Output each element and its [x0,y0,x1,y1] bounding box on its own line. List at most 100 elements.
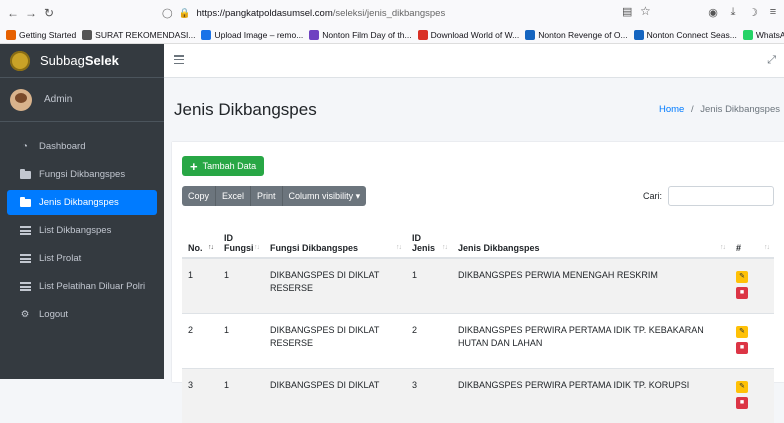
edit-button[interactable]: ✎ [736,326,748,338]
sidebar: SubbagSelek Admin ◔Dashboard Fungsi Dikba… [0,44,164,379]
sort-icon: ↑↓ [396,244,401,251]
user-name: Admin [44,94,72,105]
edit-button[interactable]: ✎ [736,271,748,283]
sort-icon: ↑↓ [442,244,447,251]
cell-no: 2 [182,314,218,369]
sidebar-item-dashboard[interactable]: ◔Dashboard [7,134,157,159]
pocket-icon[interactable]: ◉ [706,4,720,20]
header-action[interactable]: #↑↓ [730,214,774,258]
list-icon [19,226,31,235]
data-card: + Tambah Data Copy Excel Print Column vi… [172,142,784,382]
account-icon[interactable]: ☽ [746,4,760,20]
cell-fungsi: DIKBANGSPES DI DIKLAT RESERSE [264,258,406,314]
bookmark-label: Download World of W... [431,30,520,40]
sidebar-item-list-pelatihan-diluar-polri[interactable]: List Pelatihan Diluar Polri [7,274,157,299]
fullscreen-icon[interactable]: ⤢ [767,54,776,67]
bookmark-icon [6,30,16,40]
cell-id-jenis: 2 [406,314,452,369]
table-row: 31DIKBANGSPES DI DIKLAT3DIKBANGSPES PERW… [182,369,774,423]
gear-icon: ⚙ [19,309,31,320]
download-icon[interactable]: ⤓ [726,4,740,20]
print-button[interactable]: Print [250,186,282,206]
add-data-label: Tambah Data [203,161,257,171]
star-icon[interactable]: ☆ [640,4,651,18]
sidebar-item-jenis-dikbangspes[interactable]: Jenis Dikbangspes [7,190,157,215]
search-label: Cari: [643,191,662,201]
search-box: Cari: [643,186,774,206]
bookmark-label: Nonton Film Day of th... [322,30,411,40]
brand-text: SubbagSelek [40,53,119,68]
edit-button[interactable]: ✎ [736,381,748,393]
table-row: 21DIKBANGSPES DI DIKLAT RESERSE2DIKBANGS… [182,314,774,369]
bookmark-item[interactable]: Nonton Revenge of O... [525,30,627,40]
bookmark-item[interactable]: WhatsApp [743,30,784,40]
excel-button[interactable]: Excel [215,186,250,206]
top-navbar: ⤢ [164,44,784,78]
menu-icon[interactable]: ≡ [766,4,780,20]
cell-jenis: DIKBANGSPES PERWIRA PERTAMA IDIK TP. KEB… [452,314,730,369]
header-jenis-label: Jenis Dikbangspes [458,243,540,253]
breadcrumb-home[interactable]: Home [659,104,684,115]
back-icon[interactable]: ← [4,4,22,22]
sort-icon: ↑↓ [720,244,725,251]
address-bar[interactable]: ◯ 🔒 https://pangkatpoldasumsel.com /sele… [162,3,607,23]
hamburger-icon[interactable] [174,55,184,64]
brand-link[interactable]: SubbagSelek [0,44,164,78]
plus-icon: + [190,160,198,173]
edit-icon: ✎ [739,383,745,390]
delete-button[interactable]: ■ [736,342,748,354]
sidebar-item-label: Logout [39,309,68,320]
table-body: 11DIKBANGSPES DI DIKLAT RESERSE1DIKBANGS… [182,258,774,423]
list-icon [19,254,31,263]
add-data-button[interactable]: + Tambah Data [182,156,264,176]
folder-icon [19,171,31,179]
bookmark-item[interactable]: Getting Started [6,30,76,40]
cell-fungsi: DIKBANGSPES DI DIKLAT [264,369,406,423]
bookmark-label: WhatsApp [756,30,784,40]
header-id-jenis[interactable]: ID Jenis ↑↓ [406,214,452,258]
breadcrumb-separator: / [691,104,694,115]
reader-icon[interactable]: ▤ [622,5,632,18]
cell-id-fungsi: 1 [218,314,264,369]
bookmark-label: SURAT REKOMENDASI... [95,30,195,40]
sidebar-item-label: List Prolat [39,253,81,264]
reload-icon[interactable]: ↻ [40,4,58,22]
trash-icon: ■ [740,289,744,296]
page-title: Jenis Dikbangspes [174,100,317,120]
header-no[interactable]: No.↑↓ [182,214,218,258]
cell-no: 3 [182,369,218,423]
bookmark-item[interactable]: Nonton Connect Seas... [634,30,737,40]
bookmark-item[interactable]: SURAT REKOMENDASI... [82,30,195,40]
cell-no: 1 [182,258,218,314]
header-no-label: No. [188,243,203,253]
sort-icon: ↑↓ [254,244,259,251]
header-id-jenis-label: ID Jenis [412,233,436,253]
data-table: No.↑↓ ID Fungsi↑↓ Fungsi Dikbangspes↑↓ I… [182,214,774,423]
cell-id-fungsi: 1 [218,369,264,423]
bookmark-item[interactable]: Upload Image – remo... [201,30,303,40]
forward-icon[interactable]: → [22,4,40,22]
header-id-fungsi[interactable]: ID Fungsi↑↓ [218,214,264,258]
bookmark-label: Getting Started [19,30,76,40]
toolbar-icons: ◉ ⤓ ☽ ≡ [706,4,784,20]
cell-id-fungsi: 1 [218,258,264,314]
delete-button[interactable]: ■ [736,397,748,409]
copy-button[interactable]: Copy [182,186,215,206]
search-input[interactable] [668,186,774,206]
column-visibility-button[interactable]: Column visibility ▾ [282,186,367,206]
sidebar-item-logout[interactable]: ⚙ Logout [7,302,157,327]
header-fungsi-label: Fungsi Dikbangspes [270,243,358,253]
bookmark-item[interactable]: Download World of W... [418,30,520,40]
sidebar-item-list-dikbangspes[interactable]: List Dikbangspes [7,218,157,243]
header-fungsi[interactable]: Fungsi Dikbangspes ↑↓ [264,214,406,258]
sidebar-item-fungsi-dikbangspes[interactable]: Fungsi Dikbangspes [7,162,157,187]
sidebar-item-list-prolat[interactable]: List Prolat [7,246,157,271]
bookmark-item[interactable]: Nonton Film Day of th... [309,30,411,40]
cell-jenis: DIKBANGSPES PERWIRA PERTAMA IDIK TP. KOR… [452,369,730,423]
delete-button[interactable]: ■ [736,287,748,299]
folder-icon [19,199,31,207]
breadcrumb-current: Jenis Dikbangspes [700,104,780,115]
user-panel[interactable]: Admin [0,78,164,122]
table-header-row: No.↑↓ ID Fungsi↑↓ Fungsi Dikbangspes↑↓ I… [182,214,774,258]
header-jenis[interactable]: Jenis Dikbangspes ↑↓ [452,214,730,258]
